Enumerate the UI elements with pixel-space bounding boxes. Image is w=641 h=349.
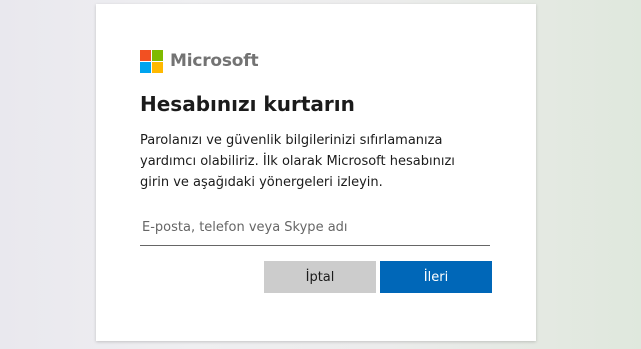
recover-account-dialog: Microsoft Hesabınızı kurtarın Parolanızı…: [96, 4, 536, 341]
microsoft-logo: Microsoft: [140, 49, 259, 73]
account-input[interactable]: [140, 211, 494, 243]
page-title: Hesabınızı kurtarın: [140, 92, 355, 116]
account-input-container: [140, 211, 494, 246]
next-button[interactable]: İleri: [380, 261, 492, 293]
microsoft-logo-icon: [140, 49, 163, 73]
description-text: Parolanızı ve güvenlik bilgilerinizi sıf…: [140, 133, 455, 190]
brand-name: Microsoft: [170, 51, 259, 71]
cancel-button[interactable]: İptal: [264, 261, 376, 293]
